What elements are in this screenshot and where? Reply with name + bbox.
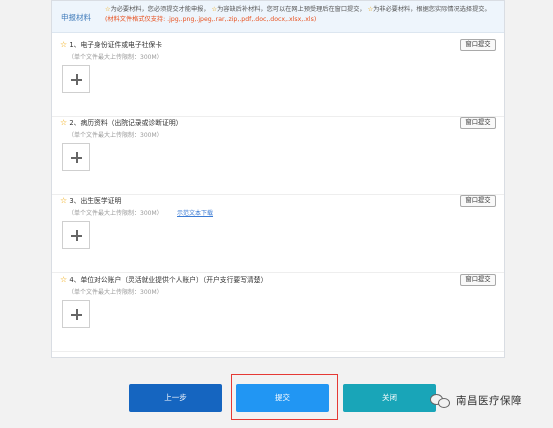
section-title: ☆ 2、病历资料（出院记录或诊断证明）: [60, 117, 182, 127]
section-title: ☆ 4、单位对公账户（灵活就业提供个人账户）（开户支行要写清楚）: [60, 274, 267, 284]
previous-step-button[interactable]: 上一步: [129, 384, 222, 412]
notice-bar: 申报材料 ☆为必要材料，您必须提交才能申报， ☆为容缺后补材料，您可以在网上预受…: [52, 1, 504, 33]
section-title-text: 3、出生医学证明: [69, 197, 122, 205]
material-section-4: ☆ 4、单位对公账户（灵活就业提供个人账户）（开户支行要写清楚） （单个文件最大…: [52, 274, 504, 352]
watermark: 南昌医疗保障: [430, 393, 522, 408]
sample-download-link[interactable]: 示范文本下载: [177, 208, 213, 217]
add-file-button[interactable]: [62, 143, 90, 171]
add-file-button[interactable]: [62, 65, 90, 93]
section-title: ☆ 1、电子身份证件或电子社保卡: [60, 39, 162, 49]
notice-optional-text: 为非必要材料，根据您实际情况选择提交。: [373, 6, 491, 13]
notice-title: 申报材料: [61, 13, 91, 22]
section-title-text: 2、病历资料（出院记录或诊断证明）: [69, 119, 183, 127]
watermark-text: 南昌医疗保障: [456, 395, 522, 407]
close-button[interactable]: 关闭: [343, 384, 436, 412]
section-size-limit: （单个文件最大上传限制：300M）: [68, 289, 163, 296]
material-section-1: ☆ 1、电子身份证件或电子社保卡 （单个文件最大上传限制：300M） 窗口提交: [52, 39, 504, 117]
submit-button[interactable]: 提交: [236, 384, 329, 412]
material-section-2: ☆ 2、病历资料（出院记录或诊断证明） （单个文件最大上传限制：300M） 窗口…: [52, 117, 504, 195]
window-submit-button[interactable]: 窗口提交: [460, 195, 496, 207]
add-file-button[interactable]: [62, 300, 90, 328]
star-icon: ☆: [60, 196, 68, 205]
materials-panel: 申报材料 ☆为必要材料，您必须提交才能申报， ☆为容缺后补材料，您可以在网上预受…: [51, 0, 505, 358]
section-size-limit: （单个文件最大上传限制：300M）: [68, 132, 163, 139]
section-title: ☆ 3、出生医学证明: [60, 195, 121, 205]
material-section-3: ☆ 3、出生医学证明 （单个文件最大上传限制：300M） 示范文本下载 窗口提交: [52, 195, 504, 273]
star-icon: ☆: [60, 118, 68, 127]
window-submit-button[interactable]: 窗口提交: [460, 117, 496, 129]
window-submit-button[interactable]: 窗口提交: [460, 274, 496, 286]
section-title-text: 1、电子身份证件或电子社保卡: [69, 41, 163, 49]
star-icon: ☆: [60, 275, 68, 284]
star-icon: ☆: [60, 40, 68, 49]
notice-deferred-text: 为容缺后补材料，您可以在网上预受理后在窗口提交，: [217, 6, 366, 13]
section-size-limit: （单个文件最大上传限制：300M）: [68, 54, 163, 61]
window-submit-button[interactable]: 窗口提交: [460, 39, 496, 51]
notice-text: ☆为必要材料，您必须提交才能申报， ☆为容缺后补材料，您可以在网上预受理后在窗口…: [105, 5, 500, 25]
add-file-button[interactable]: [62, 221, 90, 249]
wechat-icon: [430, 393, 450, 408]
notice-formats: (材料文件格式仅支持: .jpg,.png,.jpeg,.rar,.zip,.p…: [105, 16, 317, 23]
notice-required-text: 为必要材料，您必须提交才能申报，: [110, 6, 210, 13]
section-size-limit: （单个文件最大上传限制：300M）: [68, 210, 163, 217]
section-title-text: 4、单位对公账户（灵活就业提供个人账户）（开户支行要写清楚）: [69, 276, 268, 284]
